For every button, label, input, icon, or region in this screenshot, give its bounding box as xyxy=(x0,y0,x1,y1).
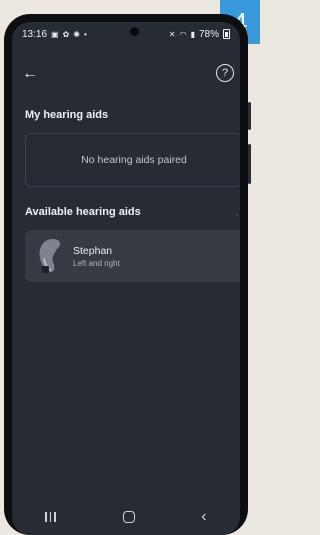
system-nav-bar: ‹ xyxy=(12,499,240,535)
available-device-stephan[interactable]: Stephan Left and right xyxy=(25,230,240,282)
help-icon[interactable]: ? xyxy=(216,64,234,82)
device-sides: Left and right xyxy=(73,258,120,268)
settings-icon: ✿ xyxy=(62,29,70,39)
power-button xyxy=(248,144,251,184)
status-time: 13:16 xyxy=(22,28,48,40)
recent-apps-icon[interactable] xyxy=(45,512,56,522)
nav-back-icon[interactable]: ‹ xyxy=(201,508,206,526)
my-hearing-aids-title: My hearing aids xyxy=(25,109,109,121)
no-devices-paired-text: No hearing aids paired xyxy=(81,154,187,166)
status-bar: 13:16 ▣ ✿ ✺ • ✕ ◠ ▮ 78% xyxy=(12,22,240,46)
scanning-indicator xyxy=(236,214,238,216)
home-icon[interactable] xyxy=(122,511,135,523)
top-app-bar: ← ? xyxy=(12,62,240,86)
app-screen: 13:16 ▣ ✿ ✺ • ✕ ◠ ▮ 78% ← ? My hearing a… xyxy=(12,22,240,535)
wifi-icon: ◠ xyxy=(179,29,187,39)
sync-icon: ✺ xyxy=(73,29,80,39)
notification-dot-icon: • xyxy=(84,29,87,39)
mute-icon: ✕ xyxy=(168,29,176,39)
no-devices-paired-card: No hearing aids paired xyxy=(25,133,240,187)
back-arrow-icon[interactable]: ← xyxy=(22,64,42,84)
battery-percent: 78% xyxy=(198,28,219,40)
volume-button xyxy=(248,102,251,130)
battery-icon xyxy=(223,29,230,39)
phone-frame: 13:16 ▣ ✿ ✺ • ✕ ◠ ▮ 78% ← ? My hearing a… xyxy=(4,14,251,535)
available-hearing-aids-title: Available hearing aids xyxy=(25,206,141,218)
gallery-icon: ▣ xyxy=(51,29,59,39)
signal-icon: ▮ xyxy=(190,29,195,39)
device-name: Stephan xyxy=(73,244,113,257)
hearing-aid-icon xyxy=(39,239,61,273)
